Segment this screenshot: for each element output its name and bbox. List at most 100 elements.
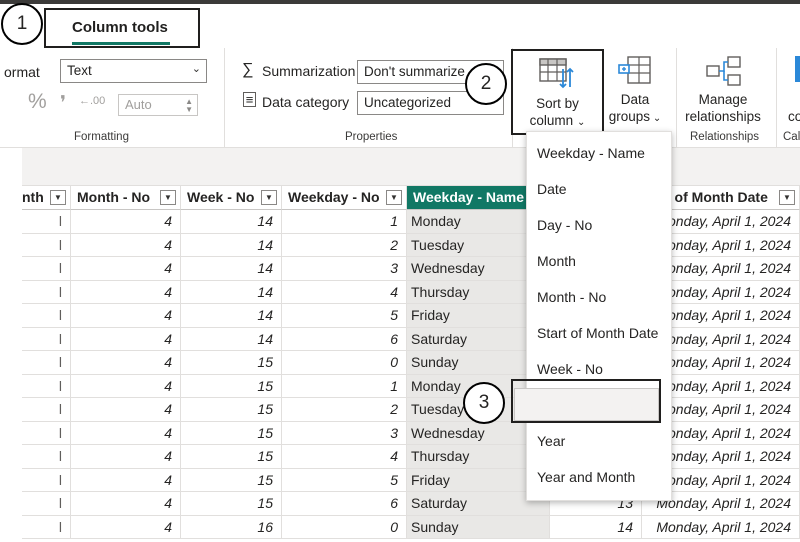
group-separator: [776, 48, 777, 148]
active-tab-indicator: [72, 42, 170, 45]
table-cell[interactable]: 4: [71, 492, 181, 516]
table-cell[interactable]: 14: [181, 257, 282, 281]
table-cell[interactable]: l: [22, 515, 71, 539]
manage-relationships-line2: relationships: [685, 109, 761, 124]
highlight-box-weekday-no: [511, 379, 661, 423]
table-cell[interactable]: l: [22, 233, 71, 257]
tab-column-tools[interactable]: Column tools: [44, 8, 200, 48]
table-cell[interactable]: 0: [282, 515, 407, 539]
format-dropdown[interactable]: Text ⌄: [60, 59, 207, 83]
table-cell[interactable]: 5: [282, 304, 407, 328]
table-cell[interactable]: 4: [71, 327, 181, 351]
table-cell[interactable]: 14: [181, 210, 282, 234]
table-cell[interactable]: 4: [282, 445, 407, 469]
sort-menu-item[interactable]: Weekday - Name: [527, 135, 671, 171]
table-cell[interactable]: l: [22, 374, 71, 398]
table-cell[interactable]: Monday, April 1, 2024: [642, 515, 800, 539]
table-cell[interactable]: 0: [282, 351, 407, 375]
table-cell[interactable]: 1: [282, 210, 407, 234]
column-header[interactable]: Week - No ▼: [181, 186, 282, 210]
table-cell[interactable]: 4: [71, 421, 181, 445]
sort-menu-item[interactable]: Month - No: [527, 279, 671, 315]
table-cell[interactable]: 2: [282, 398, 407, 422]
table-cell[interactable]: 14: [181, 327, 282, 351]
sort-menu-item[interactable]: Start of Month Date: [527, 315, 671, 351]
sort-menu-item[interactable]: Year: [527, 423, 671, 459]
filter-dropdown-icon[interactable]: ▼: [50, 190, 66, 205]
sort-menu-item[interactable]: Year and Month: [527, 459, 671, 495]
decimal-icon[interactable]: ←.00: [79, 95, 105, 107]
sort-menu-item[interactable]: Month: [527, 243, 671, 279]
table-cell[interactable]: 4: [71, 257, 181, 281]
decimal-places-value: Auto: [125, 97, 152, 112]
column-header[interactable]: Weekday - No ▼: [282, 186, 407, 210]
sort-by-column-menu: Weekday - Name Date Day - No Month Month - N…: [526, 131, 672, 501]
table-cell[interactable]: 4: [71, 515, 181, 539]
table-cell[interactable]: l: [22, 304, 71, 328]
table-cell[interactable]: 3: [282, 257, 407, 281]
table-cell[interactable]: l: [22, 210, 71, 234]
table-cell[interactable]: 15: [181, 374, 282, 398]
column-header[interactable]: nth ▼: [22, 186, 71, 210]
table-cell[interactable]: l: [22, 257, 71, 281]
table-cell[interactable]: 16: [181, 515, 282, 539]
table-cell[interactable]: l: [22, 468, 71, 492]
callout-2: 2: [465, 63, 507, 105]
percent-icon[interactable]: %: [28, 90, 47, 114]
data-groups-icon[interactable]: [618, 56, 654, 86]
table-cell[interactable]: 3: [282, 421, 407, 445]
table-cell[interactable]: 15: [181, 492, 282, 516]
table-cell[interactable]: 2: [282, 233, 407, 257]
decimal-places-input[interactable]: Auto ▲ ▼: [118, 94, 198, 116]
table-cell[interactable]: 4: [71, 304, 181, 328]
filter-dropdown-icon[interactable]: ▼: [261, 190, 277, 205]
sort-by-column-button[interactable]: Sort by column ⌄: [511, 49, 604, 135]
table-cell[interactable]: 5: [282, 468, 407, 492]
table-cell[interactable]: 4: [71, 351, 181, 375]
table-cell[interactable]: l: [22, 445, 71, 469]
table-cell[interactable]: 15: [181, 445, 282, 469]
filter-dropdown-icon[interactable]: ▼: [160, 190, 176, 205]
sort-menu-item[interactable]: Day - No: [527, 207, 671, 243]
table-row: l 4 14 5 Friday Monday, April 1, 2024: [22, 304, 800, 328]
table-cell[interactable]: 4: [71, 233, 181, 257]
table-cell[interactable]: Sunday: [407, 515, 550, 539]
manage-relationships-icon[interactable]: [706, 56, 742, 86]
table-cell[interactable]: 1: [282, 374, 407, 398]
table-cell[interactable]: l: [22, 421, 71, 445]
table-cell[interactable]: 6: [282, 492, 407, 516]
data-groups-button[interactable]: Data groups ⌄: [600, 91, 670, 127]
manage-relationships-button[interactable]: Manage relationships: [680, 91, 766, 125]
table-cell[interactable]: l: [22, 492, 71, 516]
sort-menu-item[interactable]: Date: [527, 171, 671, 207]
table-cell[interactable]: l: [22, 351, 71, 375]
new-column-icon[interactable]: [795, 56, 800, 82]
table-cell[interactable]: 14: [550, 515, 642, 539]
table-cell[interactable]: l: [22, 398, 71, 422]
table-cell[interactable]: l: [22, 280, 71, 304]
table-row: l 4 15 1 Monday Monday, April 1, 2024: [22, 374, 800, 398]
table-cell[interactable]: 4: [71, 280, 181, 304]
table-cell[interactable]: 15: [181, 351, 282, 375]
table-cell[interactable]: 4: [71, 468, 181, 492]
table-cell[interactable]: 4: [71, 210, 181, 234]
filter-dropdown-icon[interactable]: ▼: [386, 190, 402, 205]
table-cell[interactable]: 4: [71, 398, 181, 422]
spin-down-icon[interactable]: ▼: [185, 106, 193, 114]
table-cell[interactable]: 4: [282, 280, 407, 304]
column-header[interactable]: Month - No ▼: [71, 186, 181, 210]
filter-dropdown-icon[interactable]: ▼: [779, 190, 795, 205]
table-cell[interactable]: 4: [71, 374, 181, 398]
table-cell[interactable]: 14: [181, 233, 282, 257]
table-cell[interactable]: 4: [71, 445, 181, 469]
table-cell[interactable]: 15: [181, 468, 282, 492]
table-cell[interactable]: l: [22, 327, 71, 351]
table-cell[interactable]: 15: [181, 398, 282, 422]
formatting-group-label: Formatting: [74, 131, 129, 143]
table-cell[interactable]: 14: [181, 280, 282, 304]
table-cell[interactable]: 14: [181, 304, 282, 328]
table-cell[interactable]: 6: [282, 327, 407, 351]
comma-icon[interactable]: ❜: [60, 92, 66, 115]
table-cell[interactable]: 15: [181, 421, 282, 445]
column-header-label: Week - No: [187, 189, 255, 205]
